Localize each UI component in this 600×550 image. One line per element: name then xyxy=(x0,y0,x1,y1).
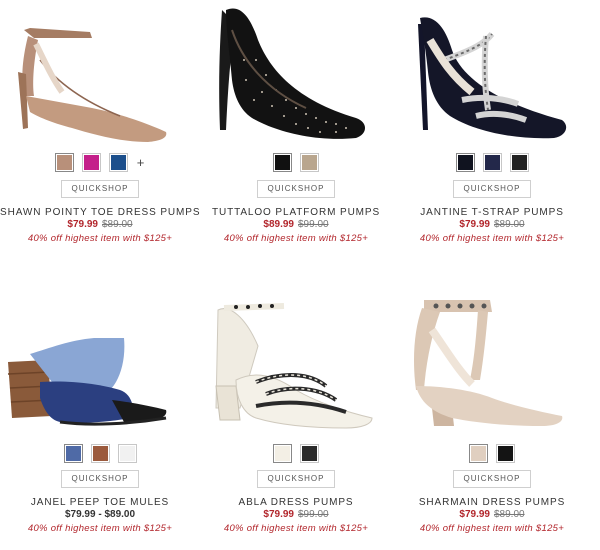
color-swatches xyxy=(0,443,200,463)
color-swatch[interactable] xyxy=(509,152,529,172)
color-swatch[interactable] xyxy=(117,443,137,463)
product-price: $79.99 - $89.00 xyxy=(0,509,200,520)
product-name[interactable]: ABLA DRESS PUMPS xyxy=(196,497,396,508)
promo-text: 40% off highest item with $125+ xyxy=(419,523,565,534)
color-swatch[interactable] xyxy=(300,152,319,172)
promo-text: 40% off highest item with $125+ xyxy=(223,523,369,534)
original-price: $89.00 xyxy=(102,219,133,230)
color-swatch[interactable] xyxy=(108,152,128,172)
product-name[interactable]: TUTTALOO PLATFORM PUMPS xyxy=(196,207,396,218)
product-price: $79.99 $99.00 xyxy=(196,509,396,520)
more-colors-icon[interactable]: + xyxy=(136,155,146,170)
product-name[interactable]: JANEL PEEP TOE MULES xyxy=(0,497,200,508)
quickshop-button[interactable]: QUICKSHOP xyxy=(257,470,335,488)
color-swatch[interactable] xyxy=(300,443,319,463)
product-image[interactable] xyxy=(0,0,200,150)
quickshop-button[interactable]: QUICKSHOP xyxy=(453,180,531,198)
sale-price: $79.99 xyxy=(459,509,490,520)
product-image[interactable] xyxy=(0,290,200,440)
promo-text: 40% off highest item with $125+ xyxy=(223,233,369,244)
color-swatch[interactable] xyxy=(482,152,502,172)
product-image[interactable] xyxy=(392,0,592,150)
color-swatch[interactable] xyxy=(54,152,74,172)
original-price: $99.00 xyxy=(298,509,329,520)
product-name[interactable]: SHAWN POINTY TOE DRESS PUMPS xyxy=(0,207,200,218)
color-swatch[interactable] xyxy=(273,152,292,172)
original-price: $89.00 xyxy=(494,509,525,520)
color-swatches xyxy=(392,443,592,463)
color-swatch[interactable] xyxy=(90,443,110,463)
color-swatches xyxy=(196,443,396,463)
color-swatches: + xyxy=(0,152,200,172)
color-swatch[interactable] xyxy=(81,152,101,172)
product-grid: + QUICKSHOP SHAWN POINTY TOE DRESS PUMPS… xyxy=(0,0,600,550)
product-image[interactable] xyxy=(196,0,396,150)
color-swatch[interactable] xyxy=(273,443,292,463)
color-swatch[interactable] xyxy=(469,443,488,463)
product-image[interactable] xyxy=(196,290,396,440)
quickshop-button[interactable]: QUICKSHOP xyxy=(61,180,139,198)
promo-text: 40% off highest item with $125+ xyxy=(419,233,565,244)
product-price: $79.99 $89.00 xyxy=(392,219,592,230)
color-swatches xyxy=(196,152,396,172)
product-name[interactable]: SHARMAIN DRESS PUMPS xyxy=(392,497,592,508)
sale-price: $79.99 xyxy=(67,219,98,230)
original-price: $89.00 xyxy=(494,219,525,230)
promo-text: 40% off highest item with $125+ xyxy=(27,233,173,244)
product-price: $79.99 $89.00 xyxy=(0,219,200,230)
quickshop-button[interactable]: QUICKSHOP xyxy=(453,470,531,488)
color-swatches xyxy=(392,152,592,172)
product-price: $89.99 $99.00 xyxy=(196,219,396,230)
quickshop-button[interactable]: QUICKSHOP xyxy=(61,470,139,488)
promo-text: 40% off highest item with $125+ xyxy=(27,523,173,534)
sale-price: $89.99 xyxy=(263,219,294,230)
product-name[interactable]: JANTINE T-STRAP PUMPS xyxy=(392,207,592,218)
quickshop-button[interactable]: QUICKSHOP xyxy=(257,180,335,198)
color-swatch[interactable] xyxy=(496,443,515,463)
color-swatch[interactable] xyxy=(455,152,475,172)
sale-price: $79.99 xyxy=(263,509,294,520)
product-price: $79.99 $89.00 xyxy=(392,509,592,520)
product-image[interactable] xyxy=(392,290,592,440)
sale-price: $79.99 xyxy=(459,219,490,230)
price-range: $79.99 - $89.00 xyxy=(64,509,136,520)
color-swatch[interactable] xyxy=(63,443,83,463)
original-price: $99.00 xyxy=(298,219,329,230)
